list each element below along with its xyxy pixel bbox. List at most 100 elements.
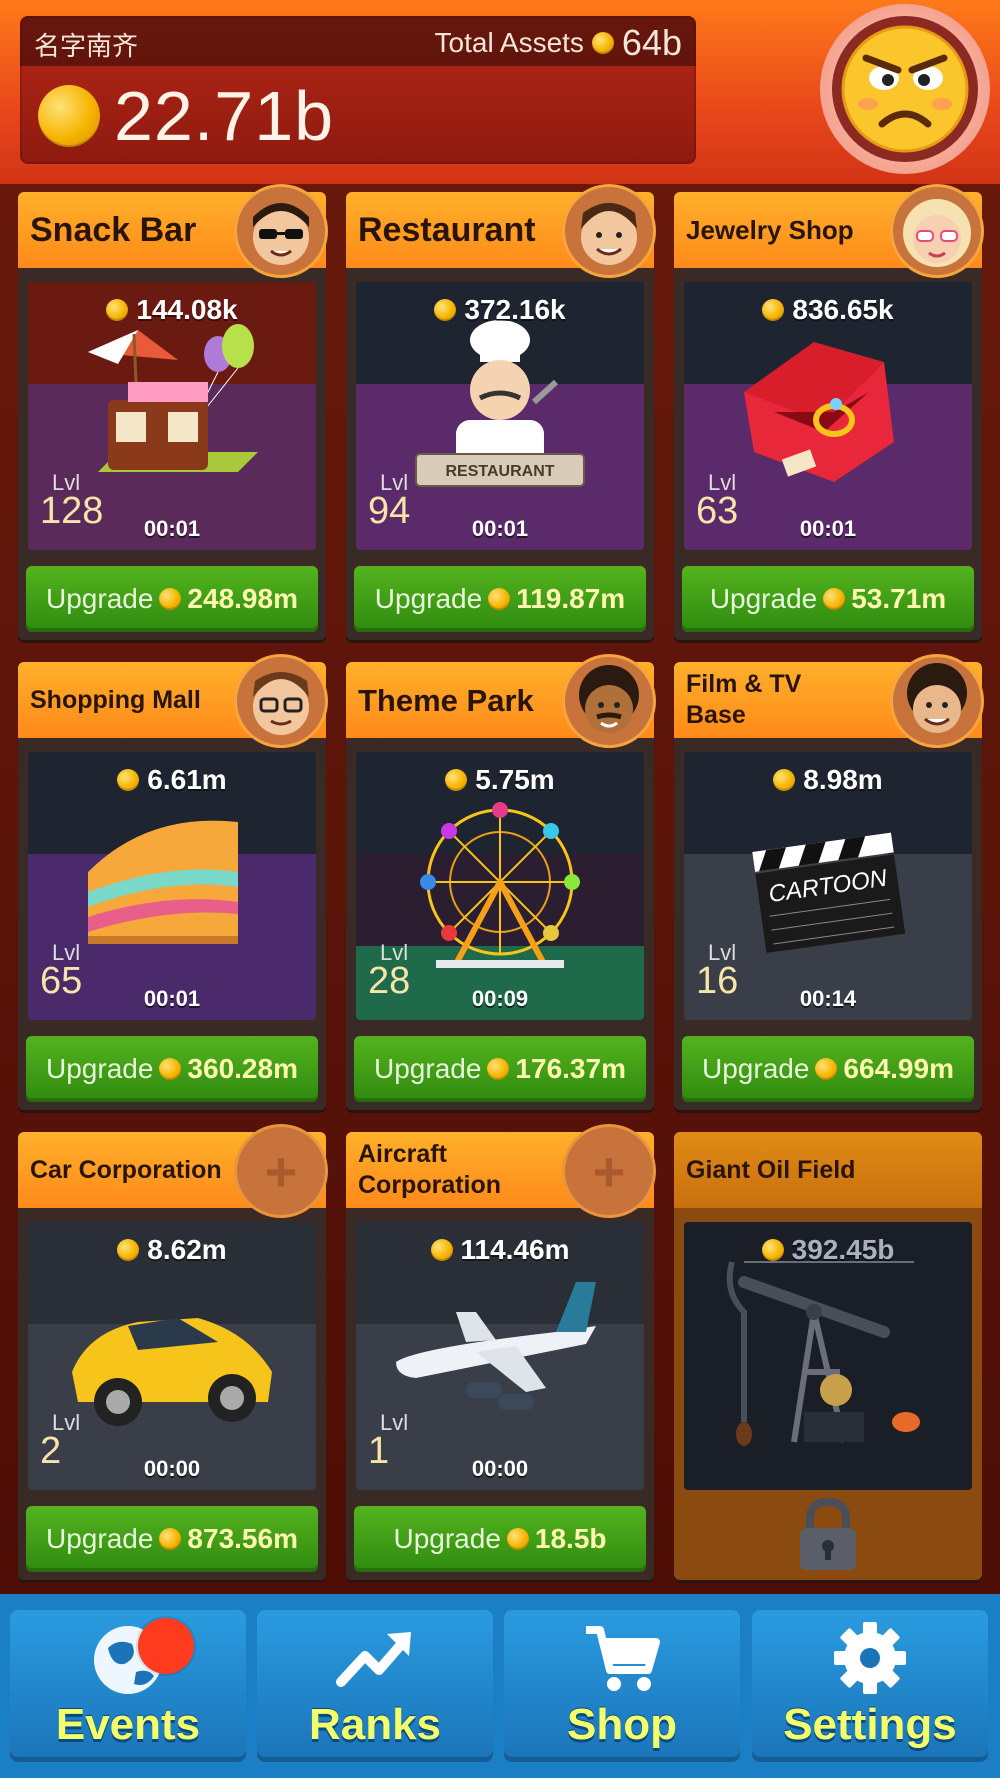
unlock-cost: 392.45b <box>684 1234 972 1266</box>
unlock-cost-value: 392.45b <box>791 1234 895 1265</box>
manager-sunglasses-icon <box>253 203 309 265</box>
business-card-shopping-mall[interactable]: Shopping Mall 6.61m Lvl 65 00:01 Upgrade… <box>18 654 328 1110</box>
coin-icon <box>815 1058 838 1080</box>
coin-icon <box>445 769 468 791</box>
upgrade-button[interactable]: Upgrade 664.99m <box>682 1036 974 1102</box>
nav-events-button[interactable]: Events <box>10 1610 246 1762</box>
cart-icon <box>586 1626 660 1691</box>
coin-icon <box>106 299 129 321</box>
card-header: Giant Oil Field <box>674 1132 982 1208</box>
wallet-header: 名字南齐 Total Assets 64b <box>20 16 696 66</box>
card-header: Film & TV Base <box>674 654 984 748</box>
nav-shop-button[interactable]: Shop <box>504 1610 740 1762</box>
card-header: Restaurant <box>346 184 656 278</box>
income-value: 372.16k <box>464 294 566 325</box>
upgrade-cost: 248.98m <box>187 583 298 614</box>
coin-icon <box>117 1239 140 1261</box>
business-scene[interactable]: 144.08k Lvl 128 00:01 <box>28 282 316 550</box>
upgrade-cost: 119.87m <box>516 583 626 614</box>
upgrade-label: Upgrade <box>393 1523 501 1554</box>
business-scene[interactable]: 5.75m Lvl 28 00:09 <box>356 752 644 1020</box>
upgrade-button[interactable]: Upgrade 53.71m <box>682 566 974 632</box>
upgrade-label: Upgrade <box>702 1053 810 1084</box>
production-timer: 00:01 <box>143 516 201 541</box>
business-scene[interactable]: 114.46m Lvl 1 00:00 <box>356 1222 644 1490</box>
avatar-frame <box>832 16 978 162</box>
business-scene[interactable]: 392.45b <box>684 1222 972 1490</box>
balance-value: 22.71b <box>114 77 335 155</box>
manager-avatar[interactable] <box>890 184 984 278</box>
hire-manager-button[interactable]: + <box>234 1124 328 1218</box>
nav-events-label: Events <box>55 1700 201 1749</box>
total-assets-value: 64b <box>621 22 682 63</box>
manager-avatar[interactable] <box>562 184 656 278</box>
business-scene[interactable]: 6.61m Lvl 65 00:01 <box>28 752 316 1020</box>
business-name: Shopping Mall <box>30 685 201 714</box>
player-avatar[interactable] <box>820 4 990 174</box>
gear-icon <box>834 1622 906 1694</box>
plus-icon: + <box>592 1139 626 1203</box>
trend-up-icon <box>336 1632 411 1687</box>
total-assets: Total Assets 64b <box>435 22 682 64</box>
coin-icon <box>159 1528 182 1550</box>
income-value: 836.65k <box>792 294 894 325</box>
coin-icon <box>430 1239 453 1261</box>
income-label: 8.62m <box>28 1234 316 1266</box>
player-name: 名字南齐 <box>34 31 139 61</box>
business-card-car-corporation[interactable]: Car Corporation + 8.62m Lvl 2 00:00 Upgr… <box>18 1124 328 1580</box>
business-card-film-tv-base[interactable]: Film & TV Base CARTOON 8.98m Lvl 16 00:1… <box>674 654 984 1110</box>
upgrade-label: Upgrade <box>46 1053 154 1084</box>
coin-icon <box>159 588 182 610</box>
coin-icon <box>762 299 785 321</box>
business-scene[interactable]: 836.65k Lvl 63 00:01 <box>684 282 972 550</box>
production-timer: 00:01 <box>799 516 857 541</box>
padlock-icon <box>800 1498 856 1570</box>
business-scene[interactable]: 8.62m Lvl 2 00:00 <box>28 1222 316 1490</box>
upgrade-label: Upgrade <box>46 583 154 614</box>
upgrade-button[interactable]: Upgrade 119.87m <box>354 566 646 632</box>
manager-smiling-man-icon <box>581 203 637 265</box>
manager-avatar[interactable] <box>234 184 328 278</box>
nav-ranks-button[interactable]: Ranks <box>257 1610 493 1762</box>
manager-avatar[interactable] <box>562 654 656 748</box>
upgrade-button[interactable]: Upgrade 873.56m <box>26 1506 318 1572</box>
income-label: 836.65k <box>684 294 972 326</box>
business-name: Film & TV Base <box>686 670 802 729</box>
income-value: 144.08k <box>136 294 238 325</box>
business-card-aircraft-corporation[interactable]: Aircraft Corporation + 114.46m Lvl 1 00:… <box>346 1124 656 1580</box>
upgrade-button[interactable]: Upgrade 18.5b <box>354 1506 646 1572</box>
card-header: Theme Park <box>346 654 656 748</box>
business-card-theme-park[interactable]: Theme Park 5.75m Lvl 28 00:09 Upgrade 17… <box>346 654 656 1110</box>
manager-old-lady-icon <box>903 199 971 267</box>
nav-shop-label: Shop <box>567 1700 677 1749</box>
business-name: Restaurant <box>358 210 536 249</box>
business-card-giant-oil-field[interactable]: Giant Oil Field 392.45b <box>674 1132 982 1580</box>
coin-icon <box>434 299 457 321</box>
card-header: Jewelry Shop <box>674 184 984 278</box>
business-card-jewelry-shop[interactable]: Jewelry Shop 836.65k Lvl 63 00:01 Upgrad… <box>674 184 984 640</box>
nav-settings-button[interactable]: Settings <box>752 1610 988 1762</box>
income-value: 8.62m <box>147 1234 227 1265</box>
business-name: Car Corporation <box>30 1155 222 1184</box>
production-timer: 00:00 <box>143 1456 201 1481</box>
upgrade-button[interactable]: Upgrade 176.37m <box>354 1036 646 1102</box>
income-label: 5.75m <box>356 764 644 796</box>
hire-manager-button[interactable]: + <box>562 1124 656 1218</box>
manager-avatar[interactable] <box>890 654 984 748</box>
upgrade-button[interactable]: Upgrade 360.28m <box>26 1036 318 1102</box>
upgrade-cost: 53.71m <box>851 583 947 614</box>
top-bar: 名字南齐 Total Assets 64b 22.71b <box>0 0 1000 184</box>
upgrade-cost: 18.5b <box>534 1523 607 1554</box>
business-scene[interactable]: CARTOON 8.98m Lvl 16 00:14 <box>684 752 972 1020</box>
upgrade-cost: 664.99m <box>843 1053 954 1084</box>
manager-avatar[interactable] <box>234 654 328 748</box>
business-card-snack-bar[interactable]: Snack Bar 144.08k Lvl 128 00:01 Upgrade … <box>18 184 328 640</box>
angry-face-icon <box>841 25 969 153</box>
business-scene[interactable]: RESTAURANT 372.16k Lvl 94 00:01 <box>356 282 644 550</box>
coin-icon <box>487 1058 510 1080</box>
business-name: Theme Park <box>358 682 534 718</box>
manager-curly-hair-man-icon <box>907 663 967 733</box>
business-card-restaurant[interactable]: Restaurant RESTAURANT 372.16k Lvl 94 00:… <box>346 184 656 640</box>
upgrade-button[interactable]: Upgrade 248.98m <box>26 566 318 632</box>
coin-icon <box>488 588 511 610</box>
